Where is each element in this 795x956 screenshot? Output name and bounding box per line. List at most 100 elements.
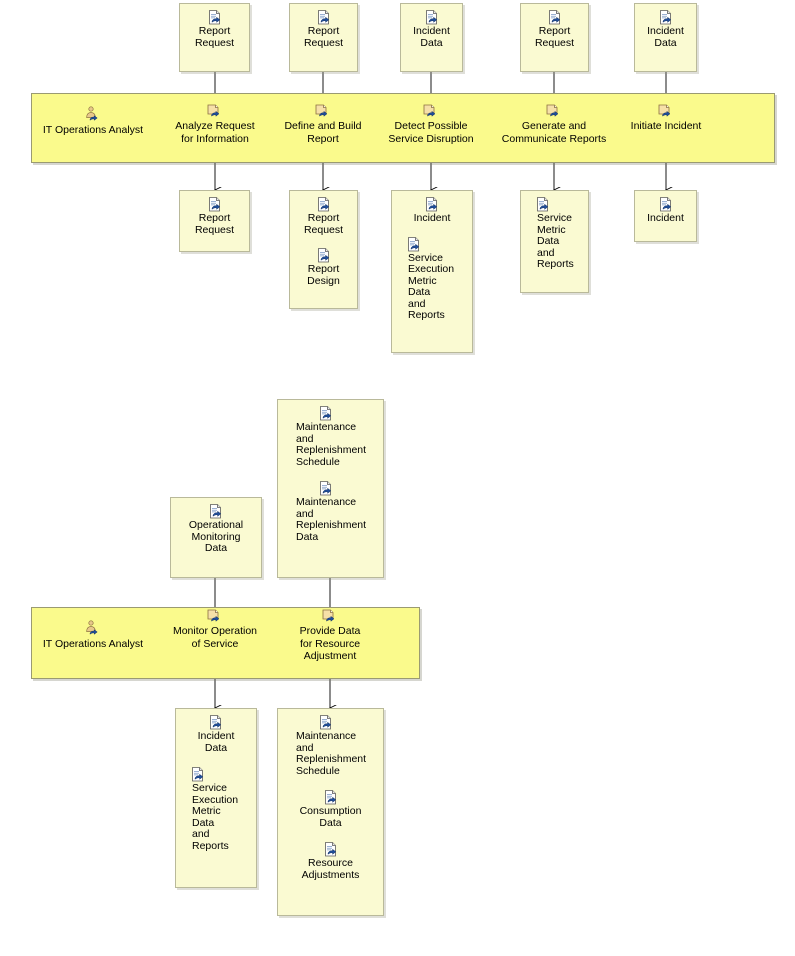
- artifact-box[interactable]: Report Request Report Design: [289, 190, 358, 309]
- work-product-icon: [207, 197, 223, 212]
- task-icon: [545, 103, 563, 118]
- task-icon: [422, 103, 440, 118]
- task-label: Provide Data for Resource Adjustment: [299, 625, 361, 662]
- work-product[interactable]: Consumption Data: [278, 783, 383, 835]
- task-label: Detect Possible Service Disruption: [388, 120, 474, 145]
- artifact-box[interactable]: Maintenance and Replenishment Schedule M…: [277, 399, 384, 578]
- task-label: Analyze Request for Information: [175, 120, 255, 145]
- work-product[interactable]: Resource Adjustments: [278, 835, 383, 887]
- work-product[interactable]: Incident Data: [401, 10, 462, 55]
- task-icon: [206, 103, 224, 118]
- work-product-icon: [190, 767, 206, 782]
- work-product-icon: [318, 406, 334, 421]
- task-analyze-request-for-information[interactable]: Analyze Request for Information: [160, 103, 270, 145]
- work-product-icon: [424, 10, 440, 25]
- artifact-box[interactable]: Report Request: [179, 190, 250, 252]
- task-label: Monitor Operation of Service: [172, 625, 258, 650]
- artifact-box[interactable]: Incident Data: [400, 3, 463, 72]
- task-icon: [657, 103, 675, 118]
- work-product-icon: [406, 236, 422, 252]
- work-product-icon: [318, 481, 334, 496]
- work-product-label: Report Request: [303, 25, 344, 49]
- role-icon: [84, 620, 102, 636]
- work-product-label: Incident Data: [197, 730, 235, 754]
- role-it-operations-analyst[interactable]: IT Operations Analyst: [30, 620, 156, 651]
- work-product-icon: [208, 715, 224, 730]
- artifact-box[interactable]: Incident Data: [634, 3, 697, 72]
- work-product-icon: [424, 197, 440, 212]
- work-product-label: Report Design: [307, 263, 340, 287]
- work-product[interactable]: Service Execution Metric Data and Report…: [176, 760, 256, 858]
- process-diagram-canvas: Report Request Report Request Incident D…: [0, 0, 795, 956]
- work-product-label: Consumption Data: [299, 805, 362, 829]
- artifact-box[interactable]: Operational Monitoring Data: [170, 497, 262, 578]
- role-icon: [84, 106, 102, 122]
- work-product[interactable]: Incident: [635, 197, 696, 231]
- artifact-box[interactable]: Incident: [634, 190, 697, 242]
- task-icon: [206, 608, 224, 623]
- artifact-box[interactable]: Incident Service Execution Metric Data a…: [391, 190, 473, 353]
- work-product-label: Maintenance and Replenishment Schedule: [296, 730, 367, 777]
- artifact-box[interactable]: Report Request: [520, 3, 589, 72]
- work-product[interactable]: Service Execution Metric Data and Report…: [392, 231, 472, 328]
- work-product-label: Incident Data: [413, 25, 450, 49]
- task-generate-and-communicate-reports[interactable]: Generate and Communicate Reports: [488, 103, 620, 145]
- task-icon: [314, 103, 332, 118]
- work-product[interactable]: Maintenance and Replenishment Data: [278, 474, 383, 549]
- work-product-icon: [316, 197, 332, 212]
- work-product-label: Incident: [647, 212, 684, 224]
- artifact-box[interactable]: Report Request: [289, 3, 358, 72]
- role-label: IT Operations Analyst: [42, 124, 144, 136]
- task-label: Generate and Communicate Reports: [501, 120, 607, 145]
- artifact-box[interactable]: Incident Data Service Execution Metric D…: [175, 708, 257, 888]
- work-product[interactable]: Incident Data: [176, 715, 256, 760]
- work-product-icon: [323, 842, 339, 857]
- task-detect-possible-service-disruption[interactable]: Detect Possible Service Disruption: [375, 103, 487, 145]
- task-define-and-build-report[interactable]: Define and Build Report: [268, 103, 378, 145]
- role-label: IT Operations Analyst: [42, 638, 144, 650]
- work-product[interactable]: Report Request: [180, 197, 249, 242]
- work-product-label: Report Request: [303, 212, 344, 236]
- work-product-label: Incident Data: [647, 25, 684, 49]
- artifact-box[interactable]: Maintenance and Replenishment Schedule C…: [277, 708, 384, 916]
- task-initiate-incident[interactable]: Initiate Incident: [611, 103, 721, 133]
- artifact-box[interactable]: Service Metric Data and Reports: [520, 190, 589, 293]
- work-product-label: Service Execution Metric Data and Report…: [192, 782, 239, 852]
- work-product-icon: [323, 790, 339, 805]
- work-product-label: Report Request: [534, 25, 575, 49]
- work-product[interactable]: Service Metric Data and Reports: [521, 197, 588, 277]
- task-icon: [321, 608, 339, 623]
- work-product-label: Report Request: [194, 25, 235, 49]
- work-product-icon: [535, 197, 551, 212]
- work-product-icon: [658, 197, 674, 212]
- work-product[interactable]: Report Request: [290, 197, 357, 242]
- work-product-label: Incident: [413, 212, 451, 224]
- task-monitor-operation-of-service[interactable]: Monitor Operation of Service: [157, 608, 273, 650]
- work-product[interactable]: Maintenance and Replenishment Schedule: [278, 715, 383, 783]
- work-product-label: Report Request: [194, 212, 235, 236]
- work-product-icon: [207, 10, 223, 25]
- task-provide-data-for-resource-adjustment[interactable]: Provide Data for Resource Adjustment: [274, 608, 386, 663]
- artifact-box[interactable]: Report Request: [179, 3, 250, 72]
- work-product-icon: [547, 10, 563, 25]
- task-label: Initiate Incident: [630, 120, 702, 132]
- work-product[interactable]: Report Request: [521, 10, 588, 55]
- work-product-icon: [316, 10, 332, 25]
- work-product-label: Maintenance and Replenishment Schedule: [296, 421, 367, 468]
- work-product[interactable]: Operational Monitoring Data: [171, 504, 261, 561]
- work-product[interactable]: Report Design: [290, 242, 357, 293]
- work-product[interactable]: Report Request: [290, 10, 357, 55]
- work-product[interactable]: Maintenance and Replenishment Schedule: [278, 406, 383, 474]
- work-product-label: Operational Monitoring Data: [188, 519, 244, 554]
- work-product[interactable]: Incident: [392, 197, 472, 231]
- work-product-label: Service Metric Data and Reports: [537, 212, 574, 270]
- role-it-operations-analyst[interactable]: IT Operations Analyst: [30, 106, 156, 137]
- work-product-icon: [658, 10, 674, 25]
- work-product-icon: [208, 504, 224, 519]
- work-product[interactable]: Report Request: [180, 10, 249, 55]
- work-product[interactable]: Incident Data: [635, 10, 696, 55]
- work-product-icon: [318, 715, 334, 730]
- work-product-label: Resource Adjustments: [301, 857, 360, 881]
- work-product-icon: [316, 248, 332, 263]
- work-product-label: Service Execution Metric Data and Report…: [408, 251, 455, 321]
